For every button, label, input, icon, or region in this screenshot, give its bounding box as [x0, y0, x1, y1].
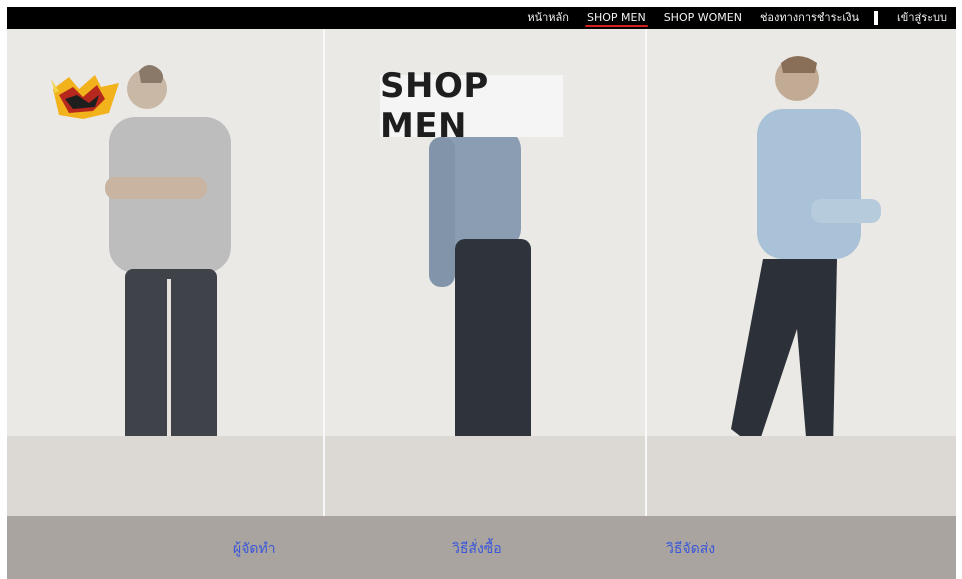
nav-separator [874, 11, 879, 25]
login-link[interactable]: เข้าสู่ระบบ [888, 7, 956, 29]
footer-bar: ผู้จัดทำ วิธีสั่งซื้อ วิธีจัดส่ง [7, 516, 956, 579]
nav-shop-women[interactable]: SHOP WOMEN [655, 7, 751, 29]
nav-shop-men[interactable]: SHOP MEN [578, 7, 655, 29]
nav-home[interactable]: หน้าหลัก [518, 7, 578, 29]
footer-link-how-to-order[interactable]: วิธีสั่งซื้อ [452, 538, 502, 560]
page-title: SHOP MEN [380, 66, 563, 146]
top-nav-bar: หน้าหลัก SHOP MEN SHOP WOMEN ช่องทางการช… [7, 7, 956, 29]
footer-link-shipping[interactable]: วิธีจัดส่ง [666, 538, 715, 560]
brand-logo-icon [49, 73, 121, 123]
model-figure-3 [707, 56, 881, 483]
nav-payment-channels[interactable]: ช่องทางการชำระเงิน [751, 7, 868, 29]
footer-link-creators[interactable]: ผู้จัดทำ [233, 538, 276, 560]
model-photo-1 [7, 29, 323, 516]
main-nav: หน้าหลัก SHOP MEN SHOP WOMEN ช่องทางการช… [518, 7, 956, 29]
hero-banner: SHOP MEN [7, 29, 956, 516]
model-photo-3 [647, 29, 956, 516]
